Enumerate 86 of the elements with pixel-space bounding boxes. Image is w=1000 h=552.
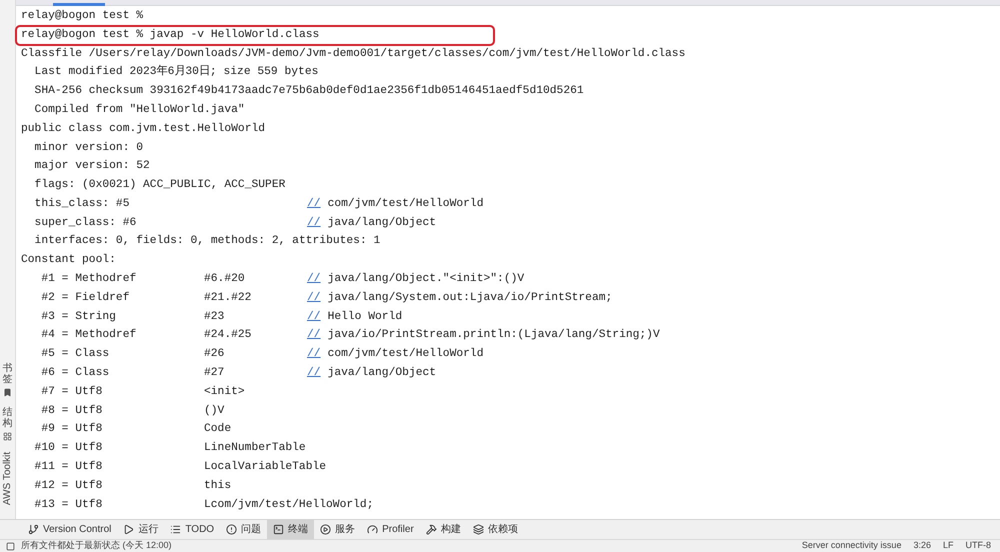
pool-reference: #24.#25	[204, 328, 252, 344]
terminal-line: relay@bogon test %	[21, 8, 144, 24]
pool-reference: Code	[204, 422, 232, 438]
terminal-line: Classfile /Users/relay/Downloads/JVM-demo/Jvm-demo001/target/classes/com/jvm/test/HelloWorld.class	[21, 46, 686, 62]
pool-reference: LocalVariableTable	[204, 460, 326, 476]
pool-entry: #6 = Class	[40, 366, 110, 382]
tool-tab[interactable]: 问题	[220, 520, 268, 539]
pool-entry: #4 = Methodref	[40, 328, 138, 344]
panel-toggle-icon[interactable]	[6, 542, 15, 550]
pool-reference: this	[204, 478, 232, 494]
terminal-line: SHA-256 checksum 393162f49b4173aadc7e75b6ab0def0d1ae2356f1db05146451aedf5d10d5261	[34, 84, 584, 100]
terminal-line: major version: 52	[34, 158, 150, 174]
tool-tab[interactable]: TODO	[164, 520, 220, 539]
comment-text: java/lang/Object."<init>":()V	[328, 272, 524, 288]
play-circle-icon	[320, 524, 332, 535]
side-tab[interactable]: 结构	[2, 407, 12, 429]
pool-reference: Lcom/jvm/test/HelloWorld;	[204, 498, 374, 513]
terminal-line: minor version: 0	[34, 140, 144, 156]
side-tab[interactable]: AWS Toolkit	[0, 451, 15, 505]
terminal-line: relay@bogon test % javap -v HelloWorld.class	[17, 26, 493, 44]
comment-mark: //	[307, 310, 321, 325]
comment-mark: //	[307, 366, 321, 382]
terminal-line: Last modified 2023年6月30日; size 559 bytes	[34, 64, 318, 80]
play-icon	[123, 524, 134, 535]
pool-entry: #1 = Methodref	[40, 272, 138, 288]
terminal-line: public class com.jvm.test.HelloWorld	[21, 122, 266, 137]
terminal-line: super_class: #6	[34, 216, 138, 231]
pool-entry: #7 = Utf8	[40, 384, 104, 400]
tool-tab[interactable]: 服务	[314, 520, 362, 539]
alert-icon	[226, 524, 238, 535]
pool-reference: #26	[204, 347, 226, 362]
terminal-line: flags: (0x0021) ACC_PUBLIC, ACC_SUPER	[34, 178, 286, 194]
tab-indicator	[53, 3, 105, 6]
comment-mark: //	[307, 216, 321, 231]
tool-tab[interactable]: 运行	[117, 520, 164, 539]
pool-reference: #6.#20	[204, 272, 246, 288]
tool-tab[interactable]: 终端	[267, 520, 314, 539]
comment-mark: //	[307, 290, 321, 306]
comment-text: com/jvm/test/HelloWorld	[328, 346, 484, 362]
pool-reference: #23	[204, 310, 226, 325]
hammer-icon	[426, 524, 437, 535]
tool-tab[interactable]: 依赖项	[466, 520, 524, 539]
bookmark-icon	[3, 388, 12, 397]
grid-icon	[3, 432, 12, 441]
tool-tab[interactable]: Version Control	[22, 520, 118, 539]
branch-icon	[28, 524, 39, 535]
comment-mark: //	[307, 272, 321, 288]
pool-reference: LineNumberTable	[204, 440, 307, 456]
comment-text: java/lang/System.out:Ljava/io/PrintStream;	[328, 290, 612, 306]
pool-entry: #9 = Utf8	[40, 422, 104, 438]
comment-text: java/lang/Object	[328, 366, 436, 382]
status-message: 所有文件都处于最新状态 (今天 12:00)	[21, 539, 172, 552]
side-tab[interactable]: 书签	[2, 363, 12, 385]
comment-text: java/io/PrintStream.println:(Ljava/lang/String;)V	[328, 328, 660, 344]
pool-entry: #12 = Utf8	[34, 478, 104, 494]
pool-entry: #8 = Utf8	[40, 404, 104, 419]
pool-reference: #27	[204, 366, 226, 382]
pool-entry: #3 = String	[40, 310, 117, 325]
pool-reference: ()V	[204, 404, 226, 419]
comment-mark: //	[307, 196, 321, 212]
tool-tab[interactable]: Profiler	[361, 520, 420, 539]
comment-text: java/lang/Object	[328, 216, 436, 231]
terminal-line: this_class: #5	[34, 196, 130, 212]
terminal-line: interfaces: 0, fields: 0, methods: 2, attributes: 1	[34, 234, 380, 250]
pool-reference: #21.#22	[204, 290, 252, 306]
status-item: Server connectivity issue	[800, 539, 902, 552]
comment-text: Hello World	[328, 310, 402, 325]
tool-tab[interactable]: 构建	[420, 520, 467, 539]
status-item: UTF-8	[964, 539, 992, 552]
pool-entry: #13 = Utf8	[34, 498, 104, 513]
pool-entry: #10 = Utf8	[34, 440, 104, 456]
gauge-icon	[367, 524, 378, 535]
pool-entry: #2 = Fieldref	[40, 290, 130, 306]
status-item: LF	[942, 539, 954, 552]
comment-mark: //	[307, 346, 321, 362]
status-item: 3:26	[912, 539, 932, 552]
terminal-icon	[273, 524, 284, 535]
comment-mark: //	[307, 328, 321, 344]
pool-reference: <init>	[204, 384, 246, 400]
pool-entry: #11 = Utf8	[34, 460, 104, 476]
layers-icon	[472, 524, 484, 535]
list-icon	[170, 524, 182, 535]
terminal-line: Compiled from "HelloWorld.java"	[34, 102, 245, 118]
comment-text: com/jvm/test/HelloWorld	[328, 196, 484, 212]
terminal-line: Constant pool:	[21, 252, 116, 268]
pool-entry: #5 = Class	[40, 346, 110, 362]
